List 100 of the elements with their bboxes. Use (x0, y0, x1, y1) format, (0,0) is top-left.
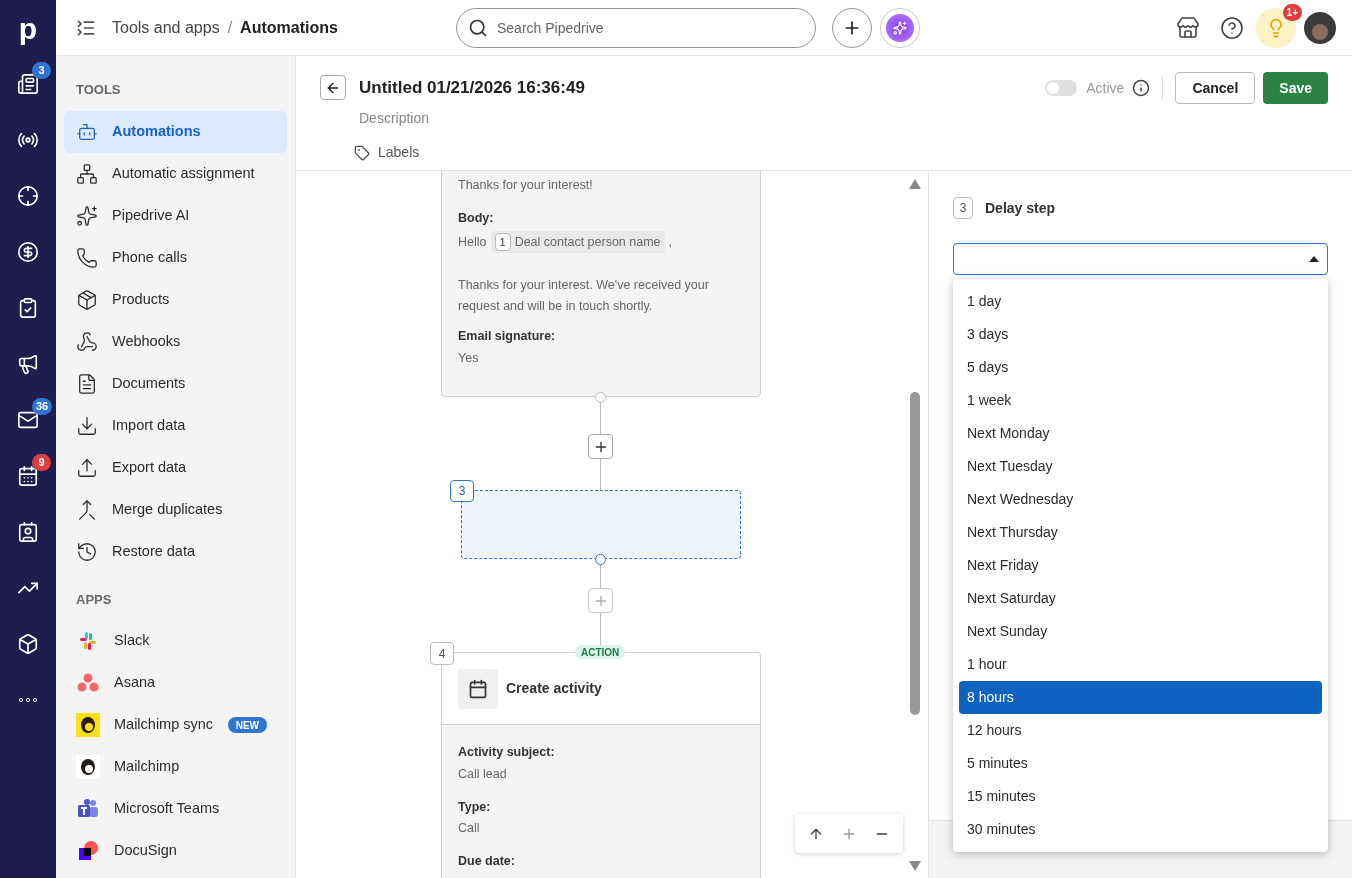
dropdown-option[interactable]: Next Wednesday (959, 483, 1322, 516)
notification-badge: 1+ (1282, 3, 1302, 21)
field-label: Body: (458, 209, 495, 227)
dropdown-option[interactable]: Next Thursday (959, 516, 1322, 549)
field-value: Thanks for your interest! (458, 177, 594, 194)
comma-text: , (668, 233, 673, 251)
scroll-up-icon[interactable] (909, 179, 921, 189)
sidebar-item[interactable]: Import data (64, 404, 287, 447)
sparkle-orb-icon (886, 13, 914, 42)
tips-button[interactable] (1256, 7, 1296, 48)
count-badge: 9 (32, 454, 51, 471)
chimp-logo-icon (76, 713, 100, 737)
mail-icon (17, 409, 39, 431)
description-field[interactable]: Description (359, 108, 585, 129)
chimp-logo-icon (76, 755, 100, 779)
dropdown-option[interactable]: 15 minutes (959, 780, 1322, 813)
search-icon (468, 17, 488, 38)
email-body-text: Thanks for your interest. We've received your request and will be in touch shortly. (458, 277, 710, 316)
sidebar-item[interactable]: Phone calls (64, 236, 287, 279)
search-field[interactable]: Search Pipedrive (456, 7, 816, 48)
field-label: Email signature: (458, 328, 557, 346)
add-step-button[interactable] (588, 434, 613, 459)
variable-token: 1 Deal contact person name (490, 230, 665, 254)
logo[interactable]: p (18, 0, 38, 56)
dropdown-option[interactable]: 12 hours (959, 714, 1322, 747)
document-icon (76, 372, 98, 395)
dropdown-option[interactable]: 1 day (959, 285, 1322, 318)
megaphone-icon (17, 353, 39, 375)
dropdown-option[interactable]: Next Saturday (959, 582, 1322, 615)
field-label: Type: (458, 798, 492, 816)
dropdown-option[interactable]: 30 minutes (959, 813, 1322, 846)
section-heading: TOOLS (75, 81, 122, 99)
dropdown-option[interactable]: Next Friday (959, 549, 1322, 582)
field-label: Due date: (458, 853, 516, 870)
sidebar-item[interactable]: Automations (64, 110, 287, 153)
sidebar-item[interactable]: Products (64, 278, 287, 321)
dropdown-option[interactable]: Next Sunday (959, 615, 1322, 648)
download-icon (76, 414, 98, 437)
sparkles-icon (76, 204, 98, 227)
clipboard-icon (17, 297, 39, 319)
leads-icon (17, 73, 39, 95)
collapse-menu-icon[interactable] (76, 17, 96, 38)
delay-select[interactable] (953, 243, 1328, 275)
phone-icon (76, 246, 98, 269)
back-button[interactable] (320, 75, 346, 100)
sidebar-item[interactable]: Restore data (64, 530, 287, 573)
rail-nav-button[interactable]: 36 (0, 392, 56, 448)
dropdown-option[interactable]: 8 hours (959, 681, 1322, 714)
save-button[interactable]: Save (1263, 72, 1328, 104)
sidebar-item[interactable]: Microsoft Teams (64, 788, 287, 830)
sidebar-item[interactable]: Webhooks (64, 320, 287, 363)
labels-button[interactable]: Labels (354, 142, 585, 163)
sidebar-item[interactable]: Pipedrive AI (64, 194, 287, 237)
sidebar-item[interactable]: Automatic assignment (64, 152, 287, 195)
sidebar-item[interactable]: DocuSign (64, 830, 287, 872)
step-number: 3 (953, 197, 973, 219)
store-icon[interactable] (1176, 15, 1200, 40)
breadcrumb-current: Automations (240, 17, 338, 38)
calendar-icon (17, 465, 39, 487)
dropdown-option[interactable]: 1 week (959, 384, 1322, 417)
automation-title[interactable]: Untitled 01/21/2026 16:36:49 (359, 72, 585, 104)
info-icon[interactable] (1132, 79, 1151, 97)
merge-icon (76, 498, 98, 521)
cancel-button[interactable]: Cancel (1175, 72, 1256, 104)
active-toggle[interactable] (1045, 80, 1078, 96)
dropdown-option[interactable]: Next Monday (959, 417, 1322, 450)
scroll-down-icon[interactable] (909, 861, 921, 871)
count-badge: 3 (32, 62, 51, 79)
sidebar-item[interactable]: Export data (64, 446, 287, 489)
field-value: Call lead (458, 765, 508, 783)
dropdown-option[interactable]: 3 days (959, 318, 1322, 351)
rail-nav-button[interactable]: 3 (0, 56, 56, 112)
sidebar-item[interactable]: Mailchimp sync NEW (64, 704, 287, 746)
action-tag: ACTION (575, 645, 626, 659)
avatar[interactable] (1304, 11, 1336, 44)
active-label: Active (1086, 78, 1125, 98)
rail-nav-button[interactable]: 9 (0, 448, 56, 504)
field-value: Call (458, 820, 481, 838)
dropdown-option[interactable]: 1 hour (959, 648, 1322, 681)
sidebar-item[interactable]: Merge duplicates (64, 488, 287, 531)
panel-title: Delay step (985, 198, 1056, 218)
sidebar-item[interactable]: Mailchimp (64, 746, 287, 788)
dropdown-option[interactable]: 5 minutes (959, 747, 1322, 780)
history-icon (76, 540, 98, 563)
caret-icon (1309, 256, 1319, 262)
field-value: Yes (458, 350, 480, 367)
help-icon[interactable] (1220, 15, 1244, 40)
dropdown-option[interactable]: Next Tuesday (959, 450, 1322, 483)
contact-card-icon (17, 521, 39, 543)
more-icon (19, 698, 37, 702)
sidebar-item[interactable]: Documents (64, 362, 287, 405)
breadcrumb-link[interactable]: Tools and apps (112, 15, 220, 40)
sidebar-item[interactable]: Slack (64, 620, 287, 662)
sidebar-item[interactable]: Asana (64, 662, 287, 704)
dollar-icon (17, 241, 39, 263)
package-icon (76, 288, 98, 311)
dropdown-option[interactable]: 5 days (959, 351, 1322, 384)
calendar-icon (468, 678, 488, 699)
new-badge: NEW (227, 717, 267, 733)
nodes-icon (76, 162, 98, 185)
